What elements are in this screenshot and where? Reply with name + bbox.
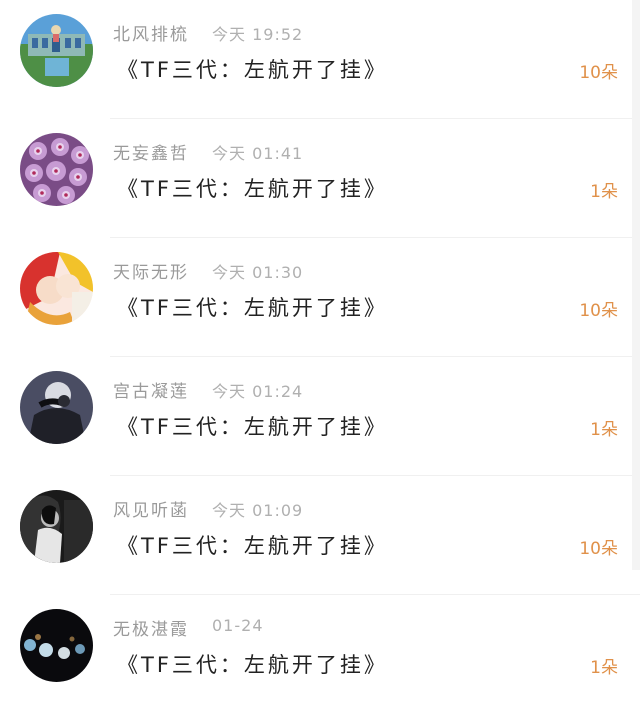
list-item[interactable]: 天际无形 今天 01:30 《TF三代：左航开了挂》 10朵 <box>0 238 640 357</box>
user-name[interactable]: 无极湛霞 <box>113 615 189 640</box>
message-text: 《TF三代：左航开了挂》 <box>117 534 388 558</box>
bw-portrait-avatar-icon <box>20 490 93 563</box>
anime-couple-avatar-icon <box>20 252 93 325</box>
building-photo-avatar-icon <box>20 14 93 87</box>
timestamp: 今天 01:09 <box>212 501 304 520</box>
list-item[interactable]: 无妄鑫哲 今天 01:41 《TF三代：左航开了挂》 1朵 <box>0 119 640 238</box>
avatar[interactable] <box>20 133 93 206</box>
timestamp: 今天 01:24 <box>212 382 304 401</box>
avatar[interactable] <box>20 609 93 682</box>
night-lights-avatar-icon <box>20 609 93 682</box>
flower-count: 1朵 <box>590 658 618 678</box>
avatar[interactable] <box>20 14 93 87</box>
avatar[interactable] <box>20 252 93 325</box>
message-text: 《TF三代：左航开了挂》 <box>117 58 388 82</box>
user-name[interactable]: 天际无形 <box>113 258 189 283</box>
gift-list: 北风排梳 今天 19:52 《TF三代：左航开了挂》 10朵 无妄鑫哲 今天 0… <box>0 0 640 714</box>
user-name[interactable]: 北风排梳 <box>113 20 189 45</box>
avatar[interactable] <box>20 490 93 563</box>
scrollbar[interactable] <box>632 0 640 570</box>
purple-flower-avatar-icon <box>20 133 93 206</box>
avatar[interactable] <box>20 371 93 444</box>
timestamp: 今天 01:41 <box>212 144 304 163</box>
flower-count: 10朵 <box>579 301 618 321</box>
flower-count: 1朵 <box>590 420 618 440</box>
flower-count: 10朵 <box>579 63 618 83</box>
user-name[interactable]: 宫古凝莲 <box>113 377 189 402</box>
message-text: 《TF三代：左航开了挂》 <box>117 653 388 677</box>
person-photo-avatar-icon <box>20 371 93 444</box>
list-item[interactable]: 无极湛霞 01-24 《TF三代：左航开了挂》 1朵 <box>0 595 640 714</box>
list-item[interactable]: 风见听菡 今天 01:09 《TF三代：左航开了挂》 10朵 <box>0 476 640 595</box>
timestamp: 今天 01:30 <box>212 263 304 282</box>
message-text: 《TF三代：左航开了挂》 <box>117 296 388 320</box>
flower-count: 10朵 <box>579 539 618 559</box>
timestamp: 01-24 <box>212 616 264 635</box>
message-text: 《TF三代：左航开了挂》 <box>117 177 388 201</box>
message-text: 《TF三代：左航开了挂》 <box>117 415 388 439</box>
timestamp: 今天 19:52 <box>212 25 304 44</box>
list-item[interactable]: 北风排梳 今天 19:52 《TF三代：左航开了挂》 10朵 <box>0 0 640 119</box>
user-name[interactable]: 无妄鑫哲 <box>113 139 189 164</box>
list-item[interactable]: 宫古凝莲 今天 01:24 《TF三代：左航开了挂》 1朵 <box>0 357 640 476</box>
user-name[interactable]: 风见听菡 <box>113 496 189 521</box>
flower-count: 1朵 <box>590 182 618 202</box>
